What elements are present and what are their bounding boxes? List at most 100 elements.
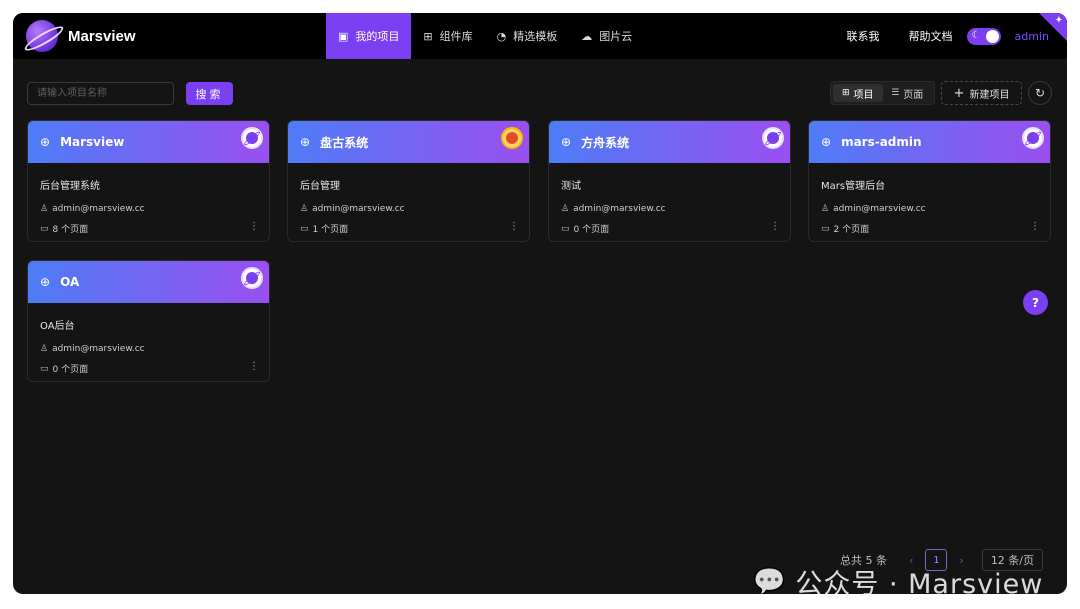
card-page-count: ▭ 0 个页面	[561, 222, 790, 236]
globe-icon: ⊕	[821, 135, 832, 149]
card-header: ⊕ OA	[28, 261, 269, 303]
app-window: Marsview ▣ 我的项目 ⊞ 组件库 ◔ 精选模板 ☁ 图片云 联系我 帮…	[13, 13, 1067, 594]
new-project-label: 新建项目	[969, 89, 1010, 101]
card-description: 后台管理	[300, 181, 340, 192]
project-card[interactable]: ⊕ mars-admin Mars管理后台 ♙ admin@marsview.c…	[808, 120, 1051, 242]
owner-email: admin@marsview.cc	[833, 204, 926, 214]
globe-icon: ⊕	[561, 135, 572, 149]
card-header: ⊕ mars-admin	[809, 121, 1050, 163]
nav-label: 组件库	[439, 30, 473, 43]
planet-logo-icon	[26, 20, 58, 52]
view-page-tab[interactable]: ☰ 页面	[883, 84, 933, 102]
folder-icon: ▭	[821, 223, 830, 234]
toggle-knob	[985, 29, 999, 43]
pie-icon: ◔	[496, 29, 507, 43]
more-icon[interactable]: ⋮	[1030, 221, 1040, 232]
card-description: OA后台	[40, 321, 75, 332]
nav-label: 图片云	[599, 30, 633, 43]
more-icon[interactable]: ⋮	[249, 361, 259, 372]
theme-toggle[interactable]: ☾	[966, 27, 1001, 45]
nav-image-cloud[interactable]: ☁ 图片云	[569, 13, 644, 59]
contact-link[interactable]: 联系我	[847, 28, 880, 44]
folder-icon: ▭	[561, 223, 570, 234]
header-actions: 联系我 帮助文档 ☾ admin	[818, 13, 1049, 59]
grid-icon: ⊞	[423, 29, 433, 43]
project-card[interactable]: ⊕ 方舟系统 测试 ♙ admin@marsview.cc ▭ 0 个页面 ⋮	[548, 120, 791, 242]
grid-icon: ⊞	[841, 88, 850, 98]
card-page-count: ▭ 0 个页面	[40, 362, 269, 376]
folder-icon: ▭	[300, 223, 309, 234]
main-nav: ▣ 我的项目 ⊞ 组件库 ◔ 精选模板 ☁ 图片云	[326, 13, 644, 59]
more-icon[interactable]: ⋮	[249, 221, 259, 232]
help-float-button[interactable]: ?	[1023, 290, 1048, 315]
page-count: 1 个页面	[312, 225, 349, 235]
nav-my-projects[interactable]: ▣ 我的项目	[326, 13, 412, 59]
project-logo-icon	[241, 127, 263, 149]
user-icon: ♙	[821, 204, 830, 214]
nav-label: 我的项目	[355, 30, 400, 43]
card-owner: ♙ admin@marsview.cc	[40, 204, 269, 214]
page-count: 0 个页面	[52, 365, 89, 375]
help-docs-link[interactable]: 帮助文档	[909, 28, 953, 44]
moon-icon: ☾	[971, 29, 981, 41]
search-button[interactable]: 搜索	[186, 82, 233, 105]
card-description: Mars管理后台	[821, 181, 886, 192]
project-card[interactable]: ⊕ OA OA后台 ♙ admin@marsview.cc ▭ 0 个页面 ⋮	[27, 260, 270, 382]
card-title: 方舟系统	[581, 135, 630, 150]
card-title: mars-admin	[841, 135, 922, 149]
project-logo-icon	[762, 127, 784, 149]
card-header: ⊕ 盘古系统	[288, 121, 529, 163]
card-header: ⊕ Marsview	[28, 121, 269, 163]
nav-label: 精选模板	[513, 30, 558, 43]
project-search-input[interactable]	[27, 82, 174, 105]
card-page-count: ▭ 1 个页面	[300, 222, 529, 236]
view-page-label: 页面	[903, 89, 924, 101]
card-owner: ♙ admin@marsview.cc	[561, 204, 790, 214]
card-header: ⊕ 方舟系统	[549, 121, 790, 163]
more-icon[interactable]: ⋮	[509, 221, 519, 232]
nav-component-library[interactable]: ⊞ 组件库	[411, 13, 484, 59]
card-page-count: ▭ 8 个页面	[40, 222, 269, 236]
more-icon[interactable]: ⋮	[770, 221, 780, 232]
help-icon: ?	[1032, 295, 1039, 310]
user-icon: ♙	[40, 204, 49, 214]
card-description: 测试	[561, 181, 581, 192]
plus-icon: +	[953, 85, 965, 101]
card-title: Marsview	[60, 135, 125, 149]
card-owner: ♙ admin@marsview.cc	[300, 204, 529, 214]
owner-email: admin@marsview.cc	[52, 204, 145, 214]
card-title: 盘古系统	[320, 135, 369, 150]
card-owner: ♙ admin@marsview.cc	[40, 344, 269, 354]
page-count: 0 个页面	[573, 225, 610, 235]
folder-icon: ▭	[40, 363, 49, 374]
list-icon: ☰	[891, 88, 900, 98]
card-description: 后台管理系统	[40, 181, 100, 192]
project-card[interactable]: ⊕ 盘古系统 后台管理 ♙ admin@marsview.cc ▭ 1 个页面 …	[287, 120, 530, 242]
user-icon: ♙	[40, 344, 49, 354]
project-card[interactable]: ⊕ Marsview 后台管理系统 ♙ admin@marsview.cc ▭ …	[27, 120, 270, 242]
view-switcher: ⊞ 项目 ☰ 页面	[830, 81, 935, 105]
project-logo-icon	[501, 127, 523, 149]
globe-icon: ⊕	[40, 275, 51, 289]
project-logo-icon	[241, 267, 263, 289]
watermark: 💬 公众号 · Marsview	[753, 562, 1044, 595]
top-header: Marsview ▣ 我的项目 ⊞ 组件库 ◔ 精选模板 ☁ 图片云 联系我 帮…	[13, 13, 1067, 59]
refresh-button[interactable]: ↻	[1028, 81, 1052, 105]
folder-icon: ▭	[40, 223, 49, 234]
refresh-icon: ↻	[1034, 86, 1046, 100]
app-name: Marsview	[68, 27, 136, 45]
page-count: 2 个页面	[833, 225, 870, 235]
page-count: 8 个页面	[52, 225, 89, 235]
owner-email: admin@marsview.cc	[312, 204, 405, 214]
project-icon: ▣	[338, 29, 349, 43]
owner-email: admin@marsview.cc	[52, 344, 145, 354]
new-project-button[interactable]: + 新建项目	[941, 81, 1022, 105]
view-project-tab[interactable]: ⊞ 项目	[833, 84, 883, 102]
nav-templates[interactable]: ◔ 精选模板	[485, 13, 570, 59]
globe-icon: ⊕	[40, 135, 51, 149]
wechat-icon: 💬	[753, 566, 786, 595]
watermark-text: 公众号 · Marsview	[795, 569, 1044, 594]
card-page-count: ▭ 2 个页面	[821, 222, 1050, 236]
brand[interactable]: Marsview	[26, 20, 136, 52]
user-icon: ♙	[300, 204, 309, 214]
